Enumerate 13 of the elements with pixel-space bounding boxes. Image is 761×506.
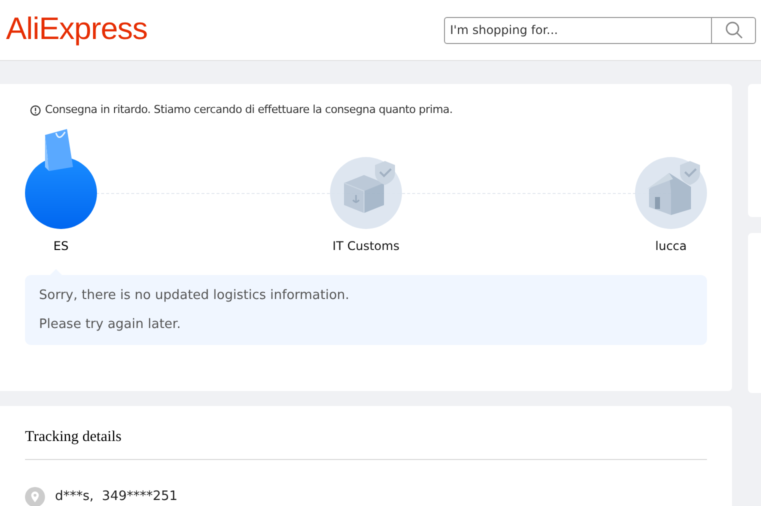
search-icon xyxy=(724,21,742,39)
section-title: Tracking details xyxy=(25,426,707,460)
step-label: IT Customs xyxy=(332,238,400,254)
info-message: Please try again later. xyxy=(39,316,182,332)
step-label: lucca xyxy=(655,238,687,254)
info-message: Sorry, there is no updated logistics information. xyxy=(39,286,350,304)
delay-notice: Consegna in ritardo. Stiamo cercando di effettuare la consegna quanto prima. xyxy=(45,102,453,118)
logo[interactable]: AliExpress xyxy=(6,13,148,44)
search-field[interactable]: I'm shopping for... xyxy=(444,16,712,44)
step-label: ES xyxy=(53,238,69,254)
search-button[interactable] xyxy=(712,16,756,44)
warning-icon xyxy=(30,104,41,116)
recipient-contact: d***s, 349****251 xyxy=(55,488,178,506)
